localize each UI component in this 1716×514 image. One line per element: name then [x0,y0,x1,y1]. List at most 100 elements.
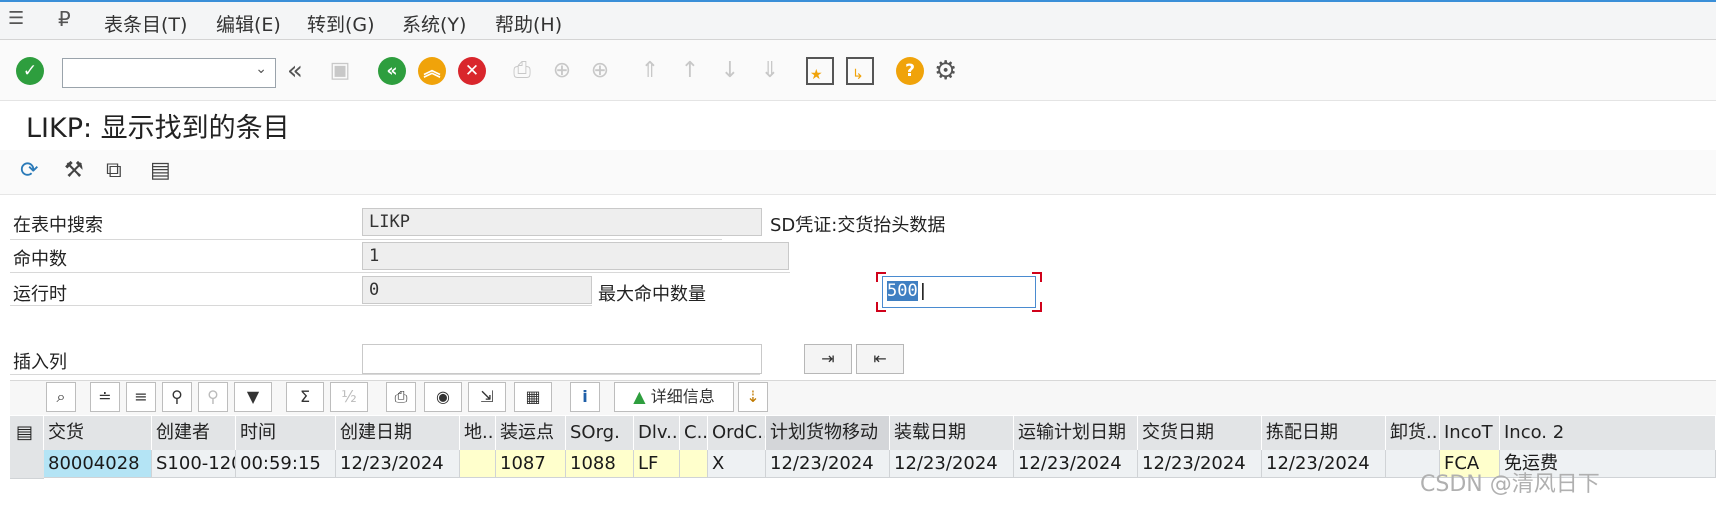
insert-column-input[interactable] [362,344,762,374]
table-cell[interactable]: 80004028 [44,450,152,478]
table-cell[interactable]: 12/23/2024 [1262,450,1386,478]
menu-goto[interactable]: 转到(G) [307,10,375,37]
table-cell[interactable]: 12/23/2024 [1138,450,1262,478]
insert-column-button[interactable]: ⇥ [804,344,852,374]
column-header[interactable]: 时间 [236,416,336,450]
watermark: CSDN @清风日下 [1420,472,1600,497]
cancel-icon[interactable]: ✕ [458,57,486,85]
export-icon[interactable]: ⇲ [468,382,506,412]
column-header[interactable]: SOrg. [566,416,634,450]
table-cell[interactable]: 12/23/2024 [890,450,1014,478]
column-header[interactable]: 创建日期 [336,416,460,450]
column-header[interactable]: 计划货物移动 [766,416,890,450]
column-header[interactable]: Dlv... [634,416,680,450]
views-icon[interactable]: ◉ [424,382,462,412]
find-icon: ⊕ [552,58,572,83]
column-header[interactable]: 运输计划日期 [1014,416,1138,450]
select-all-icon[interactable]: ▤ [10,416,44,450]
table-cell[interactable]: 12/23/2024 [336,450,460,478]
menu-table-entry[interactable]: 表条目(T) [104,10,187,37]
column-header[interactable]: 创建者 [152,416,236,450]
document-icon[interactable]: ▤ [150,158,171,183]
application-toolbar [0,150,1716,195]
subtotal-icon: ½ [330,382,368,412]
column-header[interactable]: 装载日期 [890,416,1014,450]
table-cell[interactable] [460,450,496,478]
enter-check-icon[interactable]: ✓ [16,57,44,85]
sort-descending-icon[interactable]: ≡ [126,382,156,412]
table-cell[interactable]: 1087 [496,450,566,478]
max-hits-value: 500 [887,281,918,301]
menu-bar: ☰ ₽ 表条目(T) 编辑(E) 转到(G) 系统(Y) 帮助(H) [0,0,1716,40]
find-next-binoculars-icon: ⚲ [198,382,228,412]
previous-page-icon: ↑ [680,58,700,83]
settings-gear-icon[interactable]: ⚙ [934,57,962,85]
filter-icon[interactable]: ▼ [234,382,272,412]
find-next-icon: ⊕ [590,58,610,83]
command-field[interactable]: ⌄ [62,58,276,88]
hits-label: 命中数 [13,249,67,270]
exit-icon[interactable]: ︽ [418,57,446,85]
details-button[interactable]: ▲ 详细信息 [614,382,734,412]
create-shortcut-icon[interactable]: ↳ [846,57,874,85]
runtime-field: 0 [362,276,592,304]
settings-tool-icon[interactable]: ⚒ [64,158,84,183]
table-cell[interactable]: X [708,450,766,478]
column-header[interactable]: 装运点 [496,416,566,450]
mountain-icon: ▲ [633,387,646,406]
max-hits-input[interactable]: 500| [882,276,1036,308]
column-header[interactable]: 交货 [44,416,152,450]
table-cell[interactable]: 00:59:15 [236,450,336,478]
column-header[interactable]: 交货日期 [1138,416,1262,450]
view-details-icon[interactable]: ⌕ [46,382,76,412]
hits-field: 1 [362,242,789,270]
collapse-left-icon[interactable]: « [287,57,315,85]
table-description: SD凭证:交货抬头数据 [770,215,946,236]
sort-ascending-icon[interactable]: ≐ [90,382,120,412]
print-icon: ⎙ [513,58,531,83]
info-icon[interactable]: i [570,382,600,412]
table-cell[interactable] [680,450,708,478]
table-cell[interactable]: 1088 [566,450,634,478]
print-preview-icon[interactable]: ⎙ [386,382,416,412]
refresh-icon[interactable]: ⟳ [20,158,38,183]
sap-logo-icon[interactable]: ₽ [58,7,71,31]
column-header[interactable]: 卸货... [1386,416,1440,450]
search-in-table-label: 在表中搜索 [13,215,103,236]
sum-icon[interactable]: Σ [286,382,324,412]
menu-help[interactable]: 帮助(H) [495,10,562,37]
remove-icon: ⇤ [873,349,887,368]
page-title: LIKP: 显示找到的条目 [26,113,290,144]
insert-column-label: 插入列 [13,352,67,373]
menu-system[interactable]: 系统(Y) [402,10,466,37]
search-in-table-field: LIKP [362,208,762,236]
first-page-icon: ⇑ [640,58,660,83]
column-header[interactable]: 地... [460,416,496,450]
graphic-icon[interactable]: ⇣ [738,382,768,412]
menu-edit[interactable]: 编辑(E) [216,10,281,37]
layout-icon[interactable]: ▦ [514,382,552,412]
table-cell[interactable]: S100-120 [152,450,236,478]
column-header[interactable]: C... [680,416,708,450]
table-cell[interactable]: 12/23/2024 [1014,450,1138,478]
details-label: 详细信息 [650,387,715,406]
table-cell[interactable]: 12/23/2024 [766,450,890,478]
fields-icon[interactable]: ⧉ [106,158,122,183]
runtime-label: 运行时 [13,284,67,305]
column-header[interactable]: OrdC... [708,416,766,450]
help-icon[interactable]: ? [896,57,924,85]
column-header[interactable]: IncoT [1440,416,1500,450]
column-header[interactable]: Inco. 2 [1500,416,1716,450]
create-session-icon[interactable]: ★ [806,57,834,85]
menu-icon[interactable]: ☰ [8,8,24,29]
chevron-down-icon[interactable]: ⌄ [255,61,267,77]
insert-icon: ⇥ [821,349,835,368]
row-selector[interactable] [10,450,44,479]
column-header[interactable]: 拣配日期 [1262,416,1386,450]
save-icon: ▣ [329,58,351,83]
max-hits-label: 最大命中数量 [598,284,706,305]
remove-column-button[interactable]: ⇤ [856,344,904,374]
find-binoculars-icon[interactable]: ⚲ [162,382,192,412]
table-cell[interactable]: LF [634,450,680,478]
back-icon[interactable]: « [378,57,406,85]
